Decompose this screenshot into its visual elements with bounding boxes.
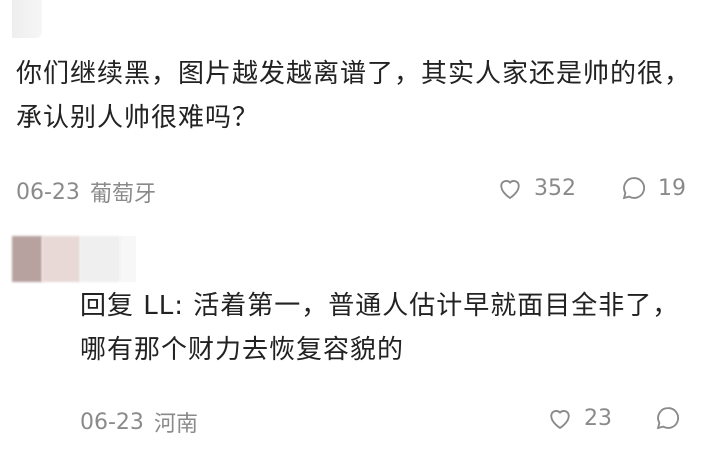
speech-bubble-icon — [620, 174, 648, 202]
heart-icon — [546, 404, 574, 432]
reply-date: 06-23 — [80, 409, 144, 435]
reply-comment-button[interactable] — [654, 404, 682, 432]
reply-meta: 06-23 河南 — [80, 406, 198, 438]
comment-text: 你们继续黑，图片越发越离谱了，其实人家还是帅的很，承认别人帅很难吗？ — [16, 59, 692, 133]
reply-like-button[interactable]: 23 — [546, 404, 612, 432]
comment-reply-button[interactable]: 19 — [620, 174, 686, 202]
reply-avatar[interactable] — [12, 236, 136, 282]
heart-icon — [496, 174, 524, 202]
comment-like-button[interactable]: 352 — [496, 174, 576, 202]
reply-text: 回复 LL: 活着第一，普通人估计早就面目全非了，哪有那个财力去恢复容貌的 — [80, 284, 680, 372]
reply-like-count: 23 — [584, 405, 612, 431]
comment-like-count: 352 — [534, 175, 576, 201]
comment-date: 06-23 — [16, 179, 80, 205]
reply-prefix[interactable]: 回复 LL: — [80, 291, 184, 321]
comment-meta: 06-23 葡萄牙 — [16, 176, 156, 208]
comment-location: 葡萄牙 — [89, 182, 156, 207]
commenter-avatar[interactable] — [12, 0, 42, 38]
speech-bubble-icon — [654, 404, 682, 432]
reply-location: 河南 — [153, 412, 198, 437]
comment-reply-count: 19 — [658, 175, 686, 201]
